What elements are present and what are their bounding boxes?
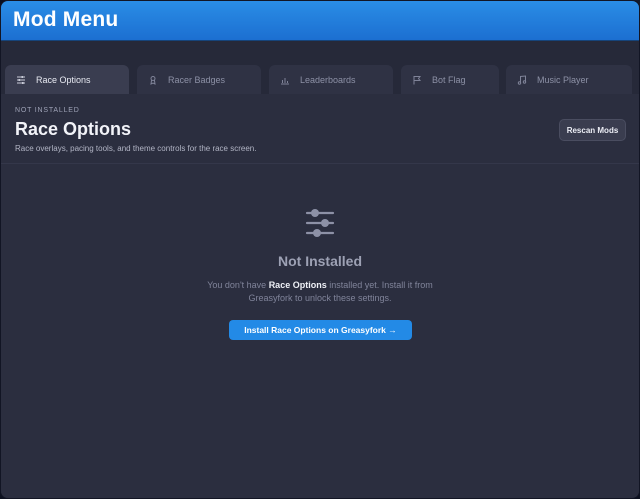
panel-header: NOT INSTALLED Race Options Race overlays… [1, 94, 639, 164]
rescan-mods-button[interactable]: Rescan Mods [559, 119, 626, 141]
status-badge: NOT INSTALLED [15, 107, 80, 114]
empty-state: Not Installed You don't have Race Option… [1, 164, 639, 498]
page-description: Race overlays, pacing tools, and theme c… [15, 144, 257, 153]
message-prefix: You don't have [207, 280, 269, 290]
badge-icon [147, 74, 159, 86]
tab-bar: Race Options Racer Badges Leaderboards B… [1, 41, 639, 95]
tab-music-player[interactable]: Music Player [506, 65, 632, 95]
tab-bot-flag[interactable]: Bot Flag [401, 65, 499, 95]
sliders-icon [15, 74, 27, 86]
mod-menu-window: Mod Menu Race Options Racer Badges Leade… [0, 0, 640, 499]
empty-state-message: You don't have Race Options installed ye… [1, 280, 639, 290]
page-title: Race Options [15, 119, 132, 139]
tab-label: Race Options [36, 75, 91, 85]
empty-state-title: Not Installed [277, 253, 362, 269]
window-title: Mod Menu [13, 8, 119, 31]
tab-label: Leaderboards [300, 75, 356, 85]
tab-panel-race-options: NOT INSTALLED Race Options Race overlays… [1, 94, 639, 498]
tab-label: Bot Flag [432, 75, 466, 85]
tab-racer-badges[interactable]: Racer Badges [137, 65, 261, 95]
tab-race-options[interactable]: Race Options [5, 65, 129, 95]
sliders-icon [304, 207, 336, 239]
message-suffix: installed yet. Install it from [326, 280, 433, 290]
message-mod-name: Race Options [268, 280, 327, 290]
chart-icon [279, 74, 291, 86]
tab-label: Music Player [537, 75, 589, 85]
tab-leaderboards[interactable]: Leaderboards [269, 65, 393, 95]
flag-icon [411, 74, 423, 86]
tab-label: Racer Badges [168, 75, 226, 85]
empty-state-message-line2: Greasyfork to unlock these settings. [248, 293, 392, 303]
install-on-greasyfork-button[interactable]: Install Race Options on Greasyfork → [229, 320, 412, 340]
title-bar[interactable]: Mod Menu [1, 1, 639, 41]
music-icon [516, 74, 528, 86]
